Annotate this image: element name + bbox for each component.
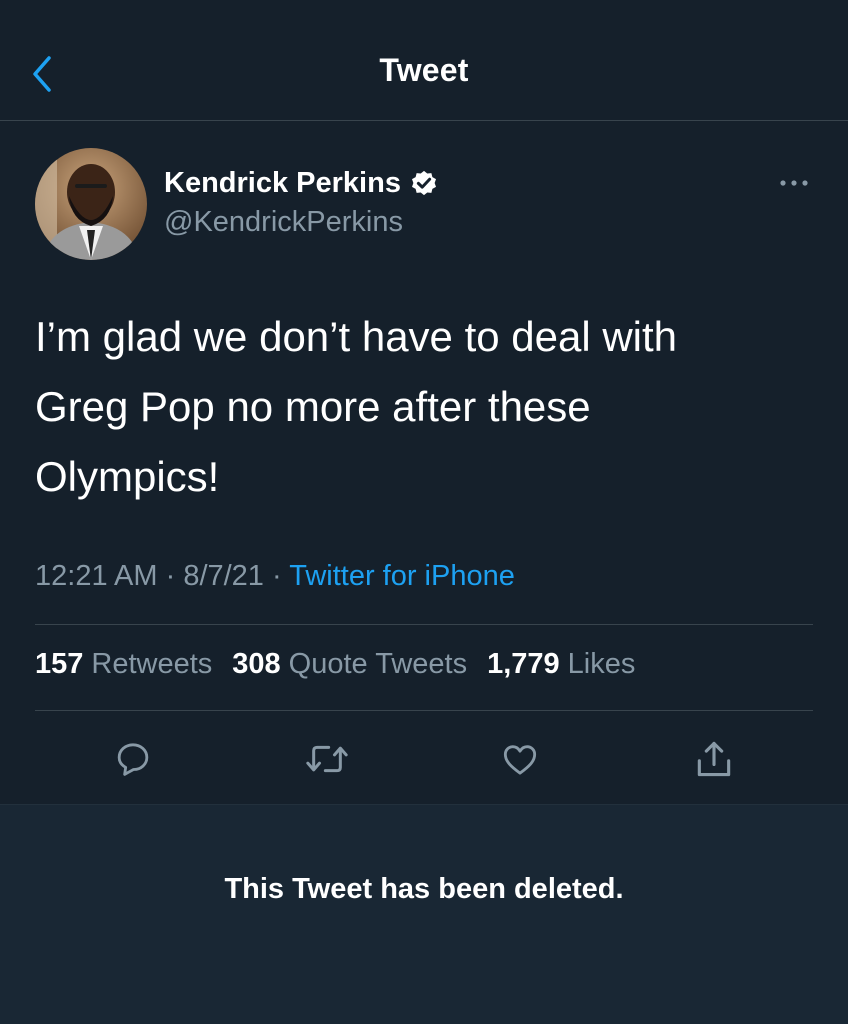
more-horizontal-icon bbox=[780, 180, 808, 186]
page-title: Tweet bbox=[379, 52, 469, 88]
quote-tweets-stat[interactable]: 308 Quote Tweets bbox=[232, 648, 467, 681]
divider bbox=[35, 710, 813, 711]
tweet-text-line: I’m glad we don’t have to deal with bbox=[35, 313, 678, 360]
verified-badge-icon bbox=[409, 169, 439, 199]
deleted-notice-text: This Tweet has been deleted. bbox=[224, 873, 624, 905]
reply-button[interactable] bbox=[111, 737, 155, 781]
retweets-count: 157 bbox=[35, 648, 84, 680]
avatar[interactable] bbox=[35, 148, 147, 260]
top-navigation-bar: Tweet bbox=[0, 0, 848, 121]
author-name-text: Kendrick Perkins bbox=[164, 167, 401, 199]
likes-count: 1,779 bbox=[487, 648, 560, 680]
retweets-stat[interactable]: 157 Retweets bbox=[35, 648, 212, 681]
deleted-notice-bar: This Tweet has been deleted. bbox=[0, 804, 848, 1024]
tweet-date: 8/7/21 bbox=[183, 560, 264, 592]
reply-icon bbox=[117, 743, 149, 776]
tweet-text: I’m glad we don’t have to deal with Greg… bbox=[35, 302, 815, 512]
likes-label: Likes bbox=[567, 648, 636, 680]
author-handle[interactable]: @KendrickPerkins bbox=[164, 206, 403, 239]
more-options-button[interactable] bbox=[772, 170, 816, 196]
author-name[interactable]: Kendrick Perkins bbox=[164, 167, 439, 200]
meta-separator: · bbox=[263, 560, 290, 592]
tweet-source-link[interactable]: Twitter for iPhone bbox=[289, 560, 515, 592]
tweet-text-line: Greg Pop no more after these bbox=[35, 383, 591, 430]
like-button[interactable] bbox=[498, 737, 542, 781]
heart-icon bbox=[503, 745, 537, 775]
tweet-metadata: 12:21 AM · 8/7/21 · Twitter for iPhone bbox=[35, 560, 515, 593]
likes-stat[interactable]: 1,779 Likes bbox=[487, 648, 635, 681]
quote-tweets-count: 308 bbox=[232, 648, 281, 680]
retweets-label: Retweets bbox=[91, 648, 213, 680]
divider bbox=[35, 624, 813, 625]
tweet-time: 12:21 AM bbox=[35, 560, 158, 592]
engagement-stats: 157 Retweets 308 Quote Tweets 1,779 Likes bbox=[35, 648, 635, 681]
retweet-button[interactable] bbox=[305, 737, 349, 781]
retweet-icon bbox=[306, 745, 348, 773]
meta-separator: · bbox=[157, 560, 184, 592]
quote-tweets-label: Quote Tweets bbox=[288, 648, 468, 680]
tweet-text-line: Olympics! bbox=[35, 453, 220, 500]
share-button[interactable] bbox=[692, 737, 736, 781]
share-icon bbox=[697, 741, 731, 777]
